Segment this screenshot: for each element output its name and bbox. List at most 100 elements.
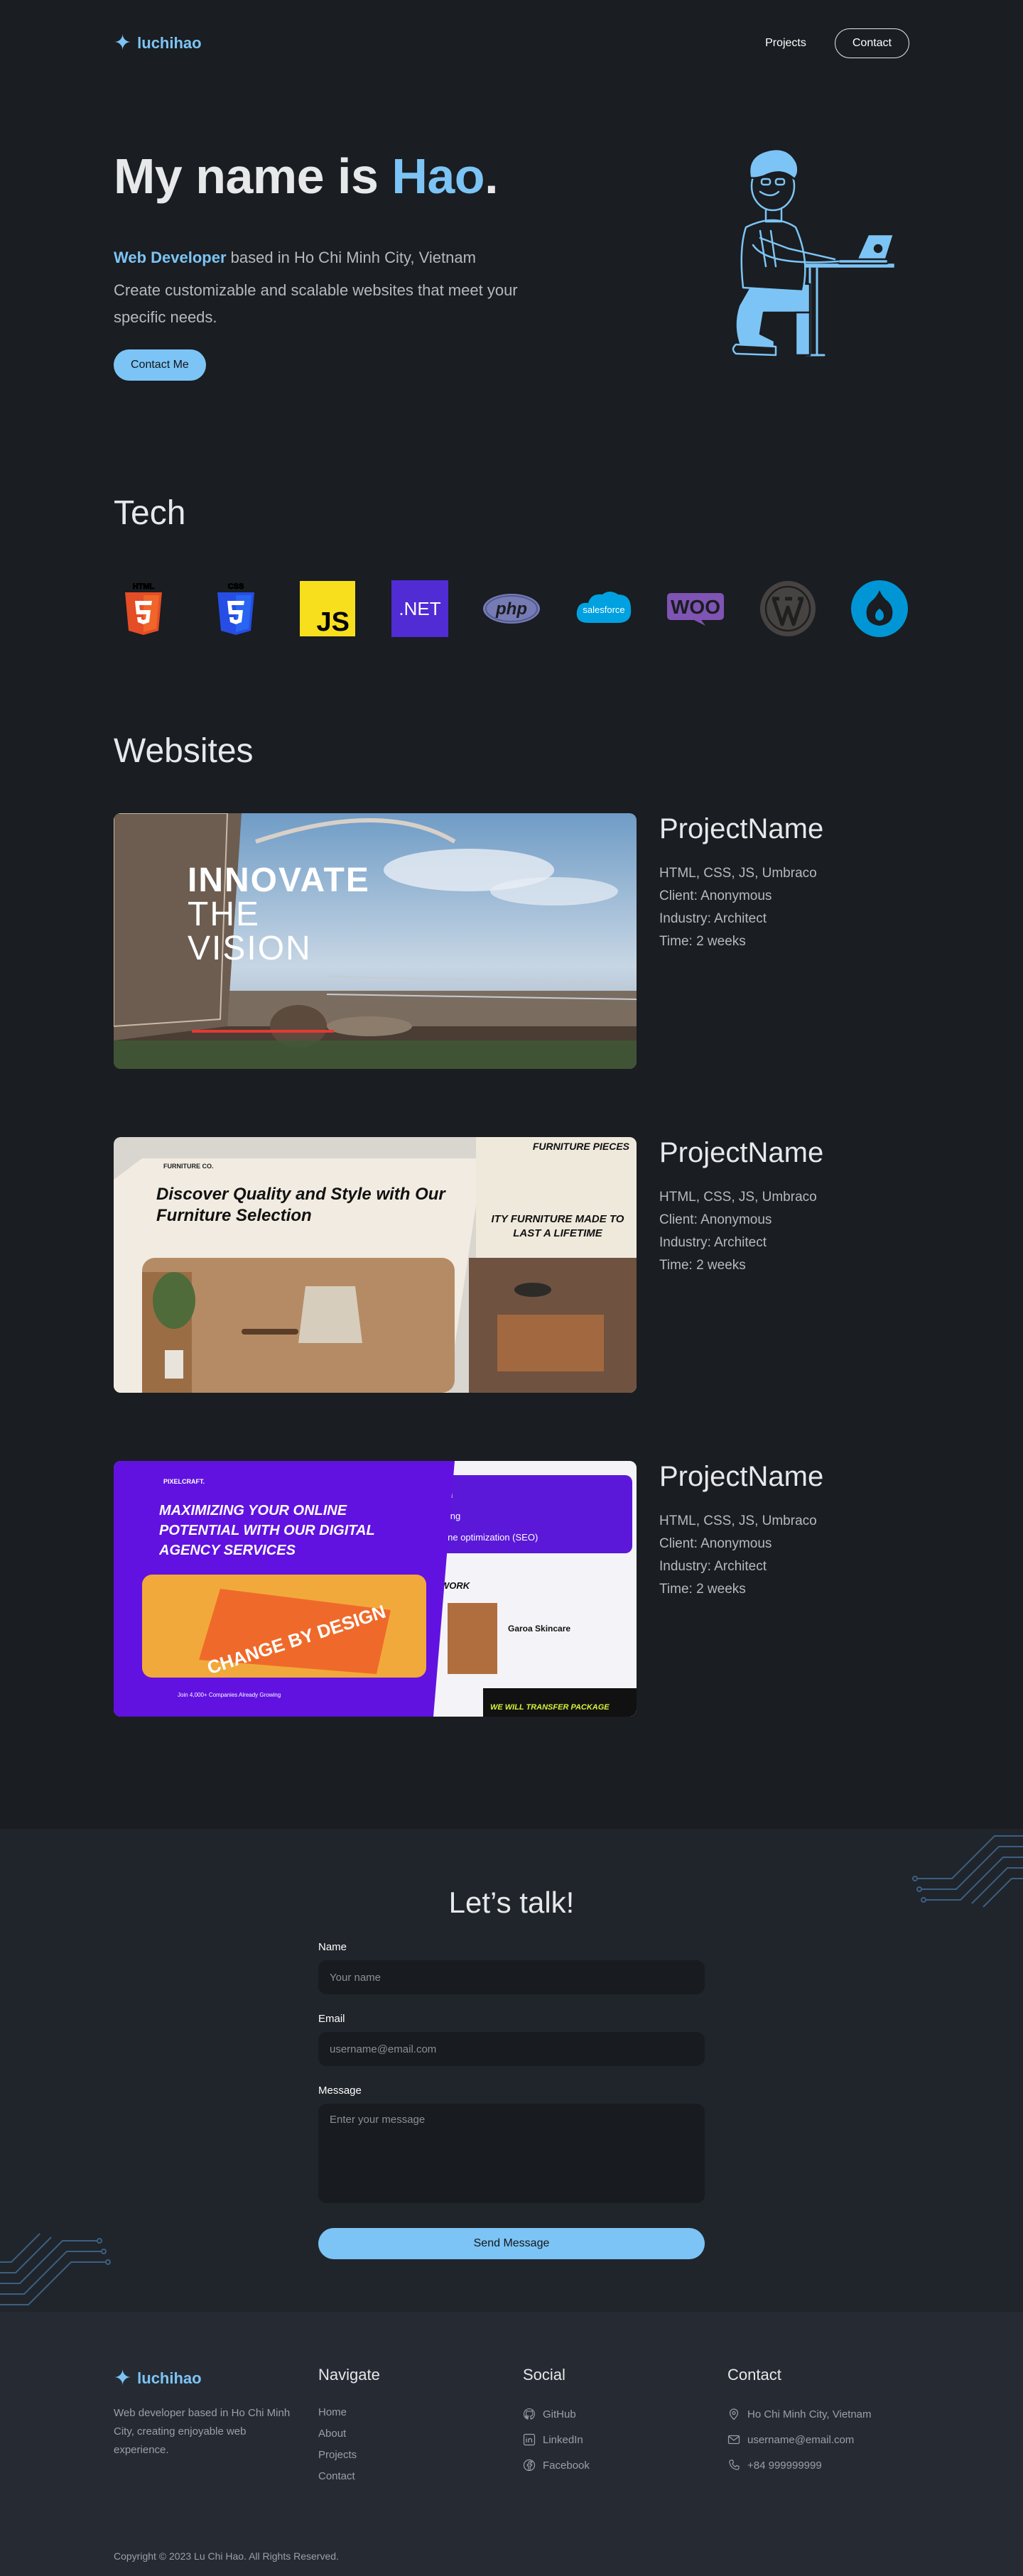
footer-social-column: Social GitHub LinkedIn Facebook xyxy=(523,2366,590,2478)
woocommerce-icon: WOO xyxy=(666,579,725,638)
footer-logo-text: luchihao xyxy=(137,2369,202,2387)
footer-github-link[interactable]: GitHub xyxy=(523,2401,590,2427)
hero-title-suffix: . xyxy=(485,148,499,204)
project-card[interactable]: INNOVATE THE VISION ProjectName HTML, CS… xyxy=(114,813,909,1069)
hero-title: My name is Hao. xyxy=(114,148,499,205)
facebook-icon xyxy=(523,2459,536,2472)
facebook-label: Facebook xyxy=(543,2459,590,2472)
linkedin-icon xyxy=(523,2433,536,2446)
project-name[interactable]: ProjectName xyxy=(659,813,823,845)
message-textarea[interactable] xyxy=(318,2104,705,2203)
wordpress-icon xyxy=(758,579,818,638)
project-stack: HTML, CSS, JS, Umbraco xyxy=(659,1190,817,1205)
project-time: Time: 2 weeks xyxy=(659,1258,746,1273)
footer-link-home[interactable]: Home xyxy=(318,2401,380,2423)
project-stack: HTML, CSS, JS, Umbraco xyxy=(659,1513,817,1528)
websites-section: Websites INNOVATE THE VISION ProjectName… xyxy=(0,732,1023,1829)
phone-label: +84 999999999 xyxy=(747,2459,822,2472)
nav-projects-link[interactable]: Projects xyxy=(765,37,806,50)
svg-text:.NET: .NET xyxy=(399,598,440,619)
thumb-the-text: THE xyxy=(188,896,260,933)
project-info: ProjectName HTML, CSS, JS, Umbraco Clien… xyxy=(659,1461,823,1601)
footer-navigate-title: Navigate xyxy=(318,2366,380,2384)
hero-role-line: Web Developer based in Ho Chi Minh City,… xyxy=(114,249,476,267)
project-name[interactable]: ProjectName xyxy=(659,1461,823,1493)
project-thumbnail[interactable]: INNOVATE THE VISION xyxy=(114,813,637,1069)
svg-text:WOO: WOO xyxy=(671,596,720,618)
css3-icon: CSS xyxy=(206,579,266,638)
sparkle-icon: ✦ xyxy=(114,2366,132,2390)
project-thumbnail[interactable]: FURNITURE CO. Discover Quality and Style… xyxy=(114,1137,637,1393)
send-message-button[interactable]: Send Message xyxy=(318,2228,705,2259)
project-name[interactable]: ProjectName xyxy=(659,1137,823,1169)
project-industry: Industry: Architect xyxy=(659,1235,767,1250)
sparkle-icon: ✦ xyxy=(114,31,132,55)
location-pin-icon xyxy=(729,2408,739,2420)
project-client: Client: Anonymous xyxy=(659,1212,772,1227)
mail-icon xyxy=(727,2435,740,2445)
footer-description: Web developer based in Ho Chi Minh City,… xyxy=(114,2407,291,2456)
php-icon: php xyxy=(482,579,541,638)
footer-email-link[interactable]: username@email.com xyxy=(727,2427,872,2452)
svg-text:HTML: HTML xyxy=(133,582,155,591)
footer-link-about[interactable]: About xyxy=(318,2423,380,2444)
thumb-side-brand: Garoa Skincare xyxy=(508,1624,570,1634)
project-thumbnail[interactable]: ign eting gine optimization (SEO) WORK G… xyxy=(114,1461,637,1717)
websites-title: Websites xyxy=(114,732,254,770)
thumb-brand: PIXELCRAFT. xyxy=(163,1478,205,1485)
hero-section: My name is Hao. Web Developer based in H… xyxy=(0,85,1023,472)
thumb-side-3: gine optimization (SEO) xyxy=(440,1532,538,1543)
footer-logo[interactable]: ✦ luchihao xyxy=(114,2366,202,2391)
project-industry: Industry: Architect xyxy=(659,911,767,926)
site-footer: ✦ luchihao Web developer based in Ho Chi… xyxy=(0,2312,1023,2576)
thumb-headline: Discover Quality and Style with Our Furn… xyxy=(156,1185,445,1225)
hero-location: based in Ho Chi Minh City, Vietnam xyxy=(226,249,476,266)
drupal-icon xyxy=(850,579,909,638)
site-logo[interactable]: ✦ luchihao xyxy=(114,33,202,54)
project-info: ProjectName HTML, CSS, JS, Umbraco Clien… xyxy=(659,813,823,953)
footer-link-contact[interactable]: Contact xyxy=(318,2465,380,2487)
svg-text:CSS: CSS xyxy=(227,582,244,591)
footer-navigate-column: Navigate Home About Projects Contact xyxy=(318,2366,380,2487)
phone-icon xyxy=(729,2460,740,2470)
svg-text:salesforce: salesforce xyxy=(583,604,624,615)
location-label: Ho Chi Minh City, Vietnam xyxy=(747,2408,872,2420)
dotnet-icon: .NET xyxy=(390,579,450,638)
project-card[interactable]: ign eting gine optimization (SEO) WORK G… xyxy=(114,1461,909,1717)
project-client: Client: Anonymous xyxy=(659,888,772,903)
svg-text:JS: JS xyxy=(317,607,350,636)
thumb-vision-text: VISION xyxy=(188,930,312,967)
project-time: Time: 2 weeks xyxy=(659,1582,746,1597)
thumb-side-title: FURNITURE PIECES xyxy=(533,1141,630,1152)
footer-phone-link[interactable]: +84 999999999 xyxy=(727,2452,872,2478)
thumb-side-headline: ITY FURNITURE MADE TO LAST A LIFETIME xyxy=(491,1213,624,1239)
thumb-partners-text: Join 4,000+ Companies Already Growing xyxy=(178,1692,281,1698)
contact-form: Name Email Message Send Message xyxy=(318,1941,705,2259)
hero-description: Create customizable and scalable website… xyxy=(114,281,518,326)
circuit-decoration xyxy=(0,2233,111,2305)
email-input[interactable] xyxy=(318,2032,705,2066)
name-input[interactable] xyxy=(318,1960,705,1994)
contact-me-button[interactable]: Contact Me xyxy=(114,349,206,381)
project-client: Client: Anonymous xyxy=(659,1536,772,1551)
project-card[interactable]: FURNITURE CO. Discover Quality and Style… xyxy=(114,1137,909,1393)
hero-role: Web Developer xyxy=(114,249,227,266)
email-label: Email xyxy=(318,2013,345,2025)
footer-linkedin-link[interactable]: LinkedIn xyxy=(523,2427,590,2452)
tech-icons-row: HTML CSS JS .NET php salesforce WOO xyxy=(114,579,909,638)
footer-facebook-link[interactable]: Facebook xyxy=(523,2452,590,2478)
logo-text: luchihao xyxy=(137,34,202,52)
project-industry: Industry: Architect xyxy=(659,1559,767,1574)
copyright-text: Copyright © 2023 Lu Chi Hao. All Rights … xyxy=(114,2550,339,2562)
footer-link-projects[interactable]: Projects xyxy=(318,2444,380,2465)
message-label: Message xyxy=(318,2085,362,2097)
github-label: GitHub xyxy=(543,2408,576,2420)
thumb-side-footer: WE WILL TRANSFER PACKAGE xyxy=(490,1703,610,1712)
nav-contact-button[interactable]: Contact xyxy=(834,28,909,58)
footer-social-title: Social xyxy=(523,2366,565,2384)
name-label: Name xyxy=(318,1941,347,1953)
thumb-headline: MAXIMIZING YOUR ONLINE POTENTIAL WITH OU… xyxy=(159,1503,375,1558)
email-label: username@email.com xyxy=(747,2433,855,2446)
linkedin-label: LinkedIn xyxy=(543,2433,583,2446)
javascript-icon: JS xyxy=(298,579,357,638)
